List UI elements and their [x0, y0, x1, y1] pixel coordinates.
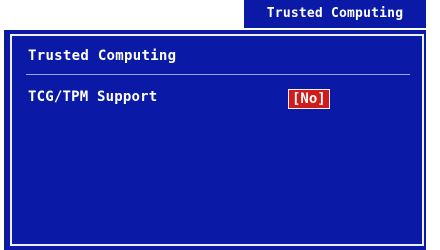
header-tab: Trusted Computing — [244, 0, 426, 28]
setting-value[interactable]: [No] — [288, 89, 330, 109]
panel-frame: Trusted Computing TCG/TPM Support [No] — [10, 34, 424, 246]
title-divider — [26, 74, 410, 75]
main-panel: Trusted Computing TCG/TPM Support [No] — [4, 30, 426, 250]
setting-row-tcg-tpm-support[interactable]: TCG/TPM Support [No] — [26, 87, 410, 109]
setting-label: TCG/TPM Support — [28, 89, 158, 105]
header-title: Trusted Computing — [266, 6, 404, 21]
section-title: Trusted Computing — [28, 48, 177, 64]
